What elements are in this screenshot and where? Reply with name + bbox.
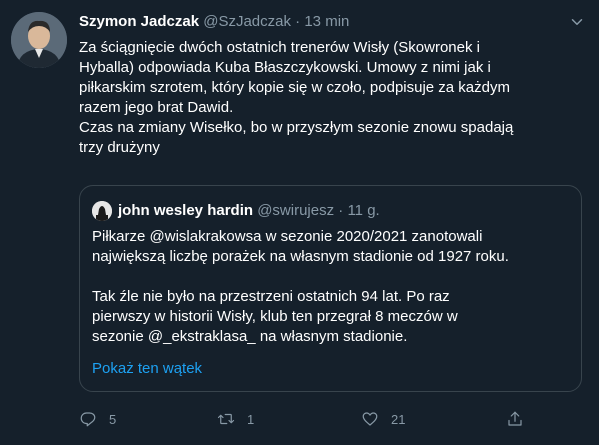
quoted-text-line: sezonie @_ekstraklasa_ na własnym stadio… [92,328,408,345]
more-icon [571,19,583,25]
quoted-text-line: największą liczbę porażek na własnym sta… [92,248,509,265]
separator-dot: · [295,13,301,30]
tweet-text-line: razem jego brat Dawid. [79,99,234,116]
tweet-time[interactable]: 13 min [304,13,349,30]
like-button[interactable]: 21 [361,408,405,430]
tweet-text-line: Za ściągnięcie dwóch ostatnich trenerów … [79,39,480,56]
retweet-icon [217,413,235,425]
share-button[interactable] [506,408,524,430]
more-options-button[interactable] [565,10,589,34]
quoted-tweet-time: 11 g. [347,202,380,219]
separator-dot: · [338,202,344,219]
tweet-text-line: Hyballa) odpowiada Kuba Błaszczykowski. … [79,59,491,76]
quoted-text-line: Piłkarze @wislakrakowsa w sezonie 2020/2… [92,228,483,245]
quoted-tweet[interactable]: john wesley hardin @swirujesz · 11 g. Pi… [79,185,582,392]
tweet-text-line: trzy drużyny [79,139,160,156]
tweet-text: Za ściągnięcie dwóch ostatnich trenerów … [79,38,587,158]
reply-button[interactable]: 5 [79,408,116,430]
like-icon [362,412,378,426]
quoted-tweet-text: Piłkarze @wislakrakowsa w sezonie 2020/2… [92,227,572,347]
tweet-actions: 5 1 21 [79,408,587,430]
quoted-tweet-header: john wesley hardin @swirujesz · 11 g. [92,200,380,222]
quoted-author-handle: @swirujesz [257,202,335,219]
quoted-text-line: Tak źle nie było na przestrzeni ostatnic… [92,288,450,305]
like-count: 21 [391,411,406,427]
reply-icon [80,412,96,427]
reply-count: 5 [109,411,117,427]
show-thread-link[interactable]: Pokaż ten wątek [92,359,202,379]
tweet-text-line: piłkarskim szrotem, który kopie się w cz… [79,79,510,96]
tweet-text-line: Czas na zmiany Wisełko, bo w przyszłym s… [79,119,514,136]
quoted-author-name: john wesley hardin [118,202,254,219]
retweet-count: 1 [247,411,255,427]
author-name[interactable]: Szymon Jadczak [79,13,199,30]
quoted-text-line [92,267,572,287]
quoted-author-avatar [92,201,112,221]
tweet-header: Szymon Jadczak @SzJadczak · 13 min [79,12,587,34]
author-avatar[interactable] [11,12,67,68]
author-handle[interactable]: @SzJadczak [203,13,291,30]
share-icon [508,411,522,426]
retweet-button[interactable]: 1 [217,408,254,430]
quoted-text-line: pierwszy w historii Wisły, klub ten prze… [92,308,458,325]
tweet: Szymon Jadczak @SzJadczak · 13 min Za śc… [0,0,599,445]
